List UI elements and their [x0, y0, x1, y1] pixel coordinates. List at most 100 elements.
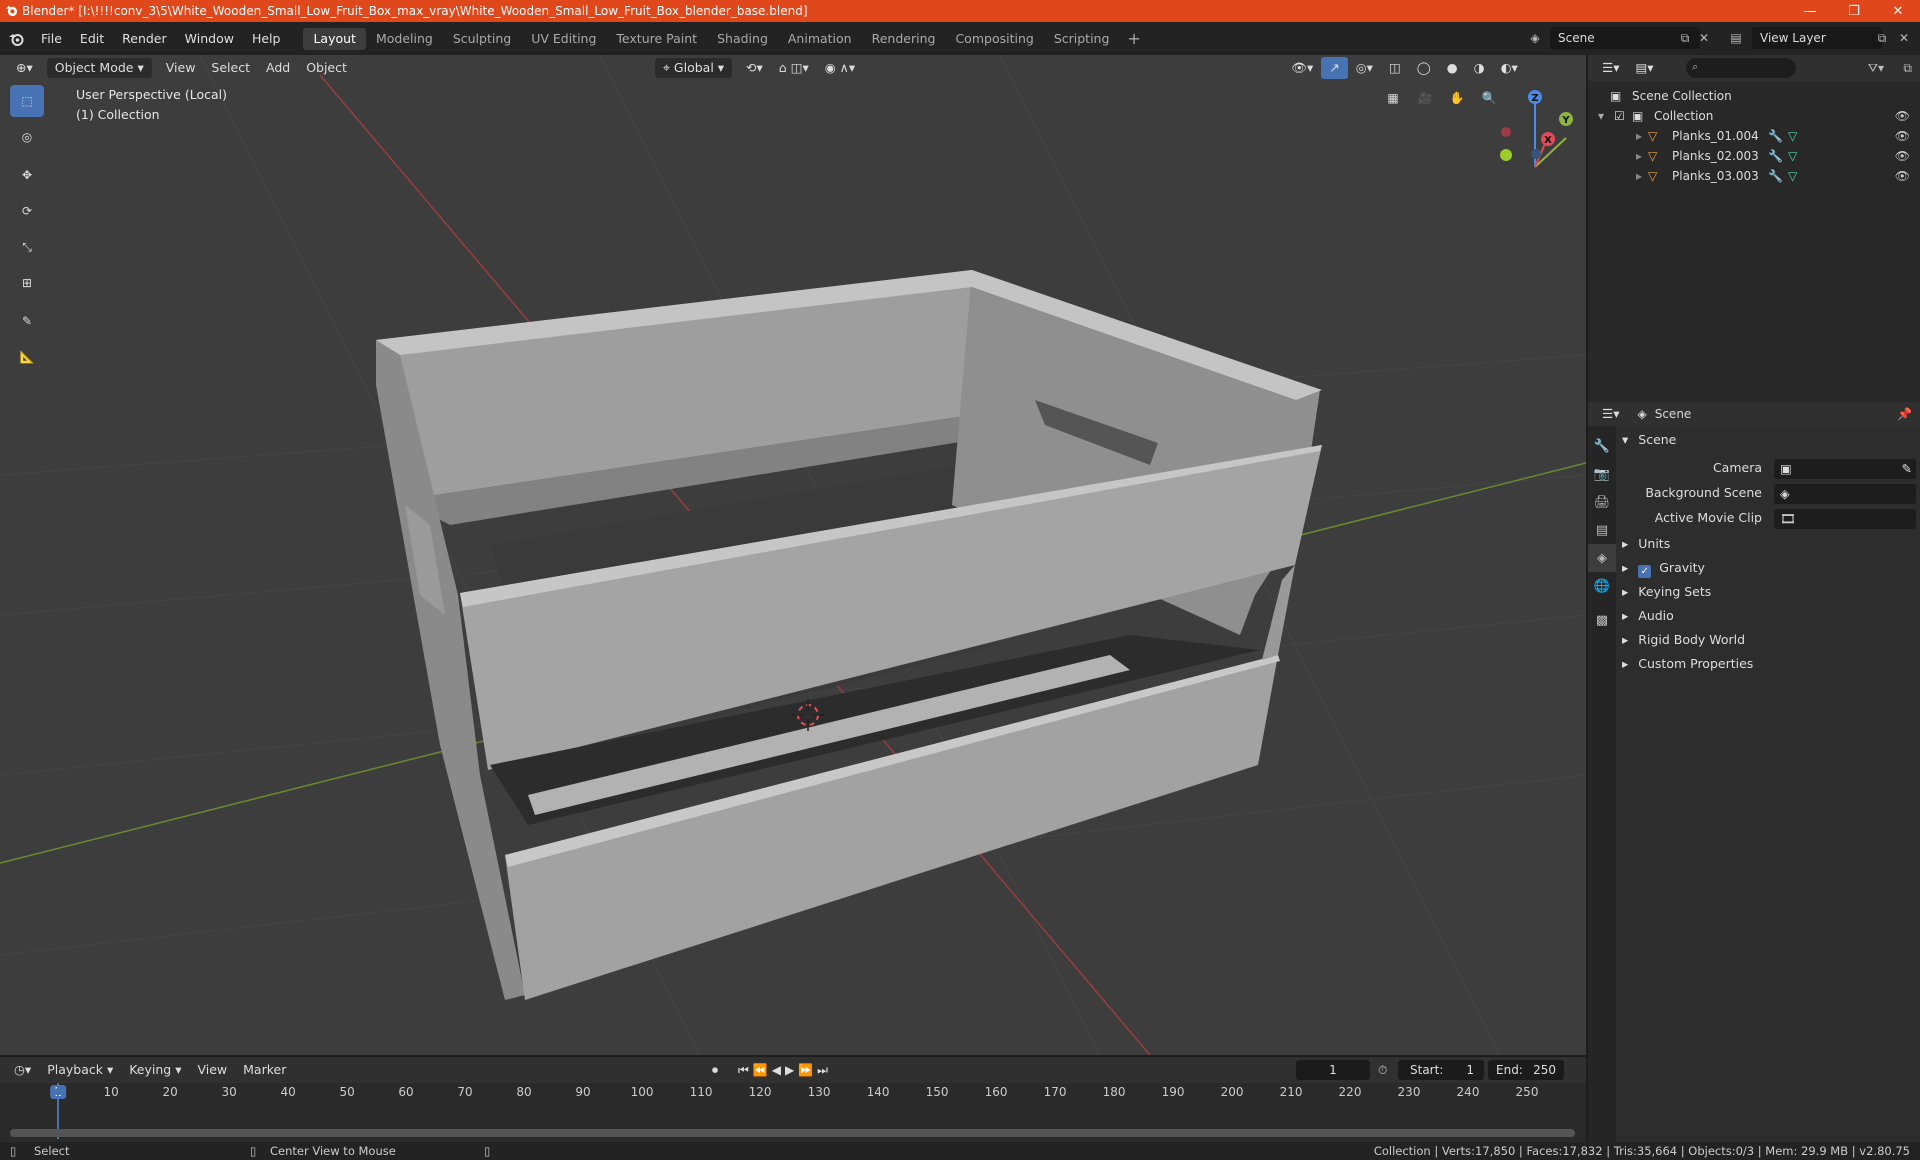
mesh-data-icon[interactable]: ▽	[1788, 146, 1797, 166]
rotate-tool-icon[interactable]: ⟳	[10, 195, 44, 227]
outliner-editor-type-icon[interactable]: ☰▾	[1594, 57, 1627, 79]
shading-solid-icon[interactable]: ●	[1439, 57, 1466, 79]
keying-sets-panel[interactable]: ▸ Keying Sets	[1616, 580, 1920, 604]
pin-icon[interactable]: 📌	[1897, 407, 1912, 421]
orientation-dropdown[interactable]: ⌖ Global ▾	[654, 58, 733, 78]
outliner-collection-row[interactable]: ▾ ☑ ▣ Collection 👁	[1588, 106, 1920, 126]
shading-material-icon[interactable]: ◑	[1466, 57, 1493, 79]
tab-rendering[interactable]: Rendering	[862, 28, 946, 50]
gravity-checkbox[interactable]: ✓	[1638, 565, 1652, 578]
menu-view[interactable]: View	[158, 57, 204, 79]
world-tab-icon[interactable]: 🌐	[1588, 572, 1616, 600]
tab-shading[interactable]: Shading	[707, 28, 778, 50]
menu-timeline-view[interactable]: View	[189, 1059, 235, 1081]
active-movie-clip-field[interactable]: 🎞	[1774, 509, 1916, 529]
zoom-icon[interactable]: 🔍	[1476, 85, 1502, 111]
eyedropper-icon[interactable]: ✎	[1902, 457, 1912, 481]
view-layer-browse-icon[interactable]: ▤	[1726, 28, 1746, 48]
select-box-icon[interactable]: ⬚	[10, 85, 44, 117]
outliner-search-input[interactable]: ⌕	[1686, 58, 1796, 78]
shading-render-icon[interactable]: ◐▾	[1493, 57, 1526, 79]
measure-tool-icon[interactable]: 📐	[10, 341, 44, 373]
expand-arrow-icon[interactable]: ▸	[1636, 126, 1642, 146]
annotate-tool-icon[interactable]: ✎	[10, 305, 44, 337]
texture-tab-icon[interactable]: ▩	[1588, 606, 1616, 634]
custom-properties-panel[interactable]: ▸ Custom Properties	[1616, 652, 1920, 676]
output-tab-icon[interactable]: 🖨	[1588, 488, 1616, 516]
tab-compositing[interactable]: Compositing	[945, 28, 1043, 50]
expand-arrow-icon[interactable]: ▸	[1636, 146, 1642, 166]
blender-menu-icon[interactable]	[0, 31, 32, 47]
pivot-icon[interactable]: ⟲▾	[738, 57, 771, 79]
visibility-icon[interactable]: 👁▾	[1283, 57, 1321, 79]
grid-view-icon[interactable]: ▦	[1380, 85, 1406, 111]
display-mode-icon[interactable]: ▤▾	[1627, 57, 1661, 79]
collection-checkbox-icon[interactable]: ☑	[1614, 106, 1625, 126]
menu-keying[interactable]: Keying ▾	[121, 1059, 189, 1081]
gravity-panel[interactable]: ▸ ✓ Gravity	[1616, 556, 1920, 580]
xray-icon[interactable]: ◫	[1381, 57, 1409, 79]
snap-icon[interactable]: ⌂ ◫▾	[771, 57, 817, 79]
close-button[interactable]: ✕	[1876, 0, 1920, 22]
scene-browse-icon[interactable]: ◈	[1525, 28, 1545, 48]
mode-dropdown[interactable]: Object Mode ▾	[46, 58, 152, 78]
tab-scripting[interactable]: Scripting	[1044, 28, 1120, 50]
tab-layout[interactable]: Layout	[303, 27, 366, 50]
new-collection-icon[interactable]: ⧉	[1903, 61, 1912, 76]
tab-texture-paint[interactable]: Texture Paint	[606, 28, 707, 50]
timeline-editor-type-icon[interactable]: ◷▾	[6, 1059, 39, 1081]
fruit-box-model[interactable]	[376, 270, 1322, 1000]
delete-scene-icon[interactable]: ✕	[1694, 28, 1714, 48]
tab-animation[interactable]: Animation	[778, 28, 862, 50]
playback-controls[interactable]: ⏮⏪◀▶⏩⏭	[738, 1063, 832, 1078]
minimize-button[interactable]: —	[1788, 0, 1832, 22]
menu-add[interactable]: Add	[258, 57, 298, 79]
expand-arrow-icon[interactable]: ▸	[1636, 166, 1642, 186]
3d-viewport[interactable]: Z Y X ⊕▾ Object Mode ▾ View Select Add O…	[0, 55, 1586, 1055]
timeline-ruler[interactable]: 1102030405060708090100110120130140150160…	[0, 1083, 1586, 1103]
menu-select[interactable]: Select	[203, 57, 258, 79]
tab-uv-editing[interactable]: UV Editing	[521, 28, 606, 50]
record-button-icon[interactable]: ⏺	[712, 1063, 718, 1078]
object-visibility-icon[interactable]: 👁	[1895, 146, 1910, 166]
tool-tab-icon[interactable]: 🔧	[1588, 432, 1616, 460]
object-visibility-icon[interactable]: 👁	[1895, 126, 1910, 146]
audio-panel[interactable]: ▸ Audio	[1616, 604, 1920, 628]
view-layer-tab-icon[interactable]: ▤	[1588, 516, 1616, 544]
menu-file[interactable]: File	[32, 22, 71, 55]
background-scene-field[interactable]: ◈	[1774, 484, 1916, 504]
proportional-edit-icon[interactable]: ◉ ∧▾	[817, 57, 863, 79]
new-view-layer-icon[interactable]: ⧉	[1872, 28, 1892, 48]
cursor-tool-icon[interactable]: ◎	[10, 121, 44, 153]
menu-playback[interactable]: Playback ▾	[39, 1059, 121, 1081]
restore-button[interactable]: ❐	[1832, 0, 1876, 22]
pan-hand-icon[interactable]: ✋	[1444, 85, 1470, 111]
timeline-scrollbar[interactable]	[10, 1129, 1575, 1137]
units-panel[interactable]: ▸ Units	[1616, 532, 1920, 556]
mesh-data-icon[interactable]: ▽	[1788, 126, 1797, 146]
expand-arrow-icon[interactable]: ▾	[1598, 106, 1604, 126]
menu-edit[interactable]: Edit	[71, 22, 113, 55]
modifier-wrench-icon[interactable]: 🔧	[1768, 126, 1783, 146]
filter-icon[interactable]: ⛛▾	[1868, 61, 1884, 76]
camera-field[interactable]: ▣ ✎	[1774, 459, 1916, 479]
current-frame-field[interactable]: 1	[1296, 1060, 1370, 1080]
render-tab-icon[interactable]: 📷	[1588, 460, 1616, 488]
outliner-object-row[interactable]: ▸ ▽ Planks_03.003 🔧 ▽ 👁	[1588, 166, 1920, 186]
tab-modeling[interactable]: Modeling	[366, 28, 443, 50]
menu-help[interactable]: Help	[243, 22, 290, 55]
add-workspace-button[interactable]: +	[1119, 29, 1148, 48]
tab-sculpting[interactable]: Sculpting	[443, 28, 521, 50]
menu-render[interactable]: Render	[113, 22, 176, 55]
move-tool-icon[interactable]: ✥	[10, 159, 44, 191]
menu-window[interactable]: Window	[176, 22, 243, 55]
outliner-scene-collection[interactable]: ▣ Scene Collection	[1588, 86, 1920, 106]
overlay-icon[interactable]: ◎▾	[1348, 57, 1381, 79]
outliner-object-row[interactable]: ▸ ▽ Planks_02.003 🔧 ▽ 👁	[1588, 146, 1920, 166]
modifier-wrench-icon[interactable]: 🔧	[1768, 146, 1783, 166]
start-frame-field[interactable]: Start: 1	[1398, 1060, 1484, 1080]
collection-visibility-icon[interactable]: 👁	[1895, 106, 1910, 126]
rigid-body-world-panel[interactable]: ▸ Rigid Body World	[1616, 628, 1920, 652]
delete-view-layer-icon[interactable]: ✕	[1894, 28, 1914, 48]
new-scene-icon[interactable]: ⧉	[1675, 28, 1695, 48]
